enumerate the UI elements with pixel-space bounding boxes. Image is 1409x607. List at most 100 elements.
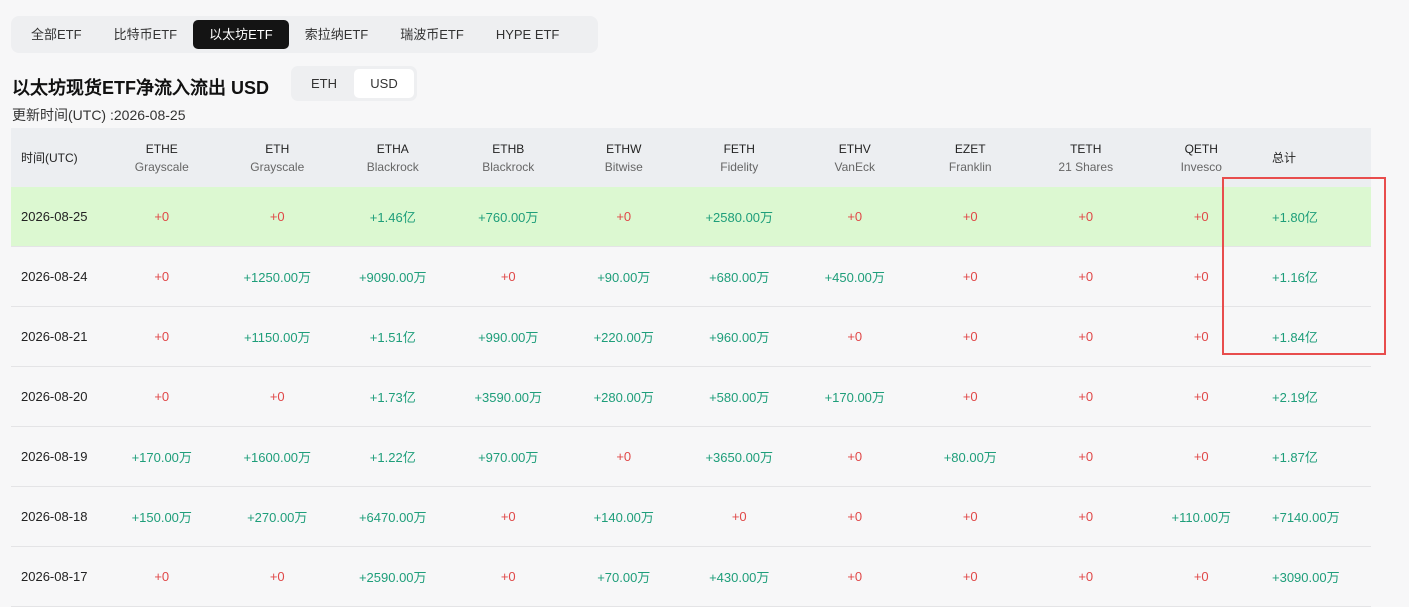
flow-cell: +1.73亿	[369, 390, 416, 405]
flow-cell: +0	[962, 389, 978, 404]
header-issuer: Blackrock	[366, 159, 419, 174]
flow-cell: +990.00万	[478, 330, 539, 345]
total-cell: +1.87亿	[1272, 450, 1318, 465]
flow-cell: +0	[1193, 569, 1209, 584]
header-date: 时间(UTC)	[21, 150, 78, 165]
unit-toggle: ETH USD	[291, 66, 417, 101]
tab-3[interactable]: 索拉纳ETF	[289, 20, 385, 49]
flow-cell: +3650.00万	[705, 450, 774, 465]
row-date: 2026-08-25	[21, 209, 88, 224]
header-issuer: 21 Shares	[1058, 159, 1114, 174]
flow-cell: +0	[1078, 449, 1094, 464]
flow-cell: +680.00万	[709, 270, 770, 285]
header-col[interactable]: TETH 21 Shares	[1028, 140, 1144, 176]
header-ticker: ETHV	[838, 141, 871, 156]
table-row: 2026-08-25 +0 +0 +1.46亿 +760.00万 +0 +2580.00万 +…	[11, 187, 1371, 247]
flow-cell: +0	[1078, 209, 1094, 224]
total-cell: +1.80亿	[1272, 210, 1318, 225]
flow-cell: +90.00万	[597, 270, 651, 285]
header-ticker: ETHE	[145, 141, 178, 156]
flow-cell: +0	[1193, 329, 1209, 344]
row-date: 2026-08-20	[21, 389, 88, 404]
flow-cell: +1600.00万	[243, 450, 312, 465]
unit-eth-button[interactable]: ETH	[294, 69, 354, 98]
flow-cell: +170.00万	[131, 450, 192, 465]
header-col[interactable]: QETH Invesco	[1144, 140, 1260, 176]
flow-cell: +0	[962, 269, 978, 284]
flow-cell: +1150.00万	[243, 330, 311, 345]
flow-cell: +0	[847, 209, 863, 224]
total-cell: +1.84亿	[1272, 330, 1318, 345]
flow-cell: +140.00万	[593, 510, 654, 525]
row-date: 2026-08-21	[21, 329, 88, 344]
header-col[interactable]: ETHE Grayscale	[104, 140, 220, 176]
flow-cell: +1.22亿	[369, 450, 416, 465]
table-body: 2026-08-25 +0 +0 +1.46亿 +760.00万 +0 +2580.00万 +…	[11, 187, 1371, 607]
flow-cell: +0	[1193, 389, 1209, 404]
flow-cell: +450.00万	[824, 270, 885, 285]
row-date: 2026-08-24	[21, 269, 88, 284]
unit-usd-button[interactable]: USD	[354, 69, 414, 98]
tab-1[interactable]: 比特币ETF	[98, 20, 194, 49]
tab-0[interactable]: 全部ETF	[15, 20, 98, 49]
header-col[interactable]: ETHV VanEck	[797, 140, 913, 176]
flow-cell: +0	[500, 509, 516, 524]
tab-4[interactable]: 瑞波币ETF	[384, 20, 480, 49]
header-issuer: Fidelity	[720, 159, 759, 174]
total-cell: +2.19亿	[1272, 390, 1318, 405]
tab-5[interactable]: HYPE ETF	[480, 20, 576, 49]
flow-cell: +0	[1078, 269, 1094, 284]
flow-cell: +1.46亿	[369, 210, 416, 225]
flow-cell: +970.00万	[478, 450, 539, 465]
total-cell: +3090.00万	[1272, 570, 1340, 585]
flow-cell: +0	[1193, 449, 1209, 464]
flow-cell: +0	[1193, 209, 1209, 224]
header-col[interactable]: ETHB Blackrock	[451, 140, 567, 176]
header-col[interactable]: FETH Fidelity	[682, 140, 798, 176]
flow-cell: +430.00万	[709, 570, 770, 585]
row-date: 2026-08-18	[21, 509, 88, 524]
flow-cell: +6470.00万	[358, 510, 427, 525]
flow-cell: +0	[847, 449, 863, 464]
header-issuer: VanEck	[834, 159, 875, 174]
flow-cell: +1.51亿	[369, 330, 416, 345]
flow-cell: +760.00万	[478, 210, 539, 225]
header-col[interactable]: ETHA Blackrock	[335, 140, 451, 176]
table-row: 2026-08-17 +0 +0 +2590.00万 +0 +70.00万 +430.00万…	[11, 547, 1371, 607]
flow-cell: +110.00万	[1171, 510, 1231, 525]
flow-cell: +0	[154, 389, 170, 404]
flow-cell: +220.00万	[593, 330, 654, 345]
flow-cell: +0	[616, 449, 632, 464]
total-cell: +1.16亿	[1272, 270, 1318, 285]
etf-category-tabs: 全部ETF 比特币ETF 以太坊ETF 索拉纳ETF 瑞波币ETF HYPE ETF	[11, 16, 598, 53]
header-col[interactable]: EZET Franklin	[913, 140, 1029, 176]
flow-cell: +0	[731, 509, 747, 524]
header-col[interactable]: ETHW Bitwise	[566, 140, 682, 176]
header-ticker: ETHB	[492, 141, 525, 156]
flow-cell: +2580.00万	[705, 210, 774, 225]
flow-cell: +0	[847, 569, 863, 584]
flow-cell: +0	[1078, 569, 1094, 584]
header-issuer: Invesco	[1180, 159, 1222, 174]
header-ticker: FETH	[723, 141, 755, 156]
flow-cell: +0	[154, 269, 170, 284]
flow-cell: +70.00万	[597, 570, 651, 585]
flow-cell: +0	[962, 329, 978, 344]
flow-cell: +270.00万	[247, 510, 308, 525]
flow-cell: +0	[154, 569, 170, 584]
flow-cell: +2590.00万	[358, 570, 427, 585]
flow-cell: +580.00万	[709, 390, 770, 405]
flow-cell: +0	[616, 209, 632, 224]
table-row: 2026-08-21 +0 +1150.00万 +1.51亿 +990.00万 +220.…	[11, 307, 1371, 367]
header-ticker: EZET	[954, 141, 986, 156]
header-ticker: ETH	[265, 141, 290, 156]
table-row: 2026-08-20 +0 +0 +1.73亿 +3590.00万 +280.00万 +58…	[11, 367, 1371, 427]
flow-cell: +0	[847, 509, 863, 524]
flow-cell: +3590.00万	[474, 390, 543, 405]
table-header: 时间(UTC) ETHE Grayscale ETH Grayscale ETHA Blac…	[11, 128, 1371, 187]
flow-cell: +0	[962, 509, 978, 524]
flow-cell: +0	[154, 329, 170, 344]
table-row: 2026-08-19 +170.00万 +1600.00万 +1.22亿 +970.00…	[11, 427, 1371, 487]
tab-2[interactable]: 以太坊ETF	[193, 20, 289, 49]
header-col[interactable]: ETH Grayscale	[220, 140, 336, 176]
